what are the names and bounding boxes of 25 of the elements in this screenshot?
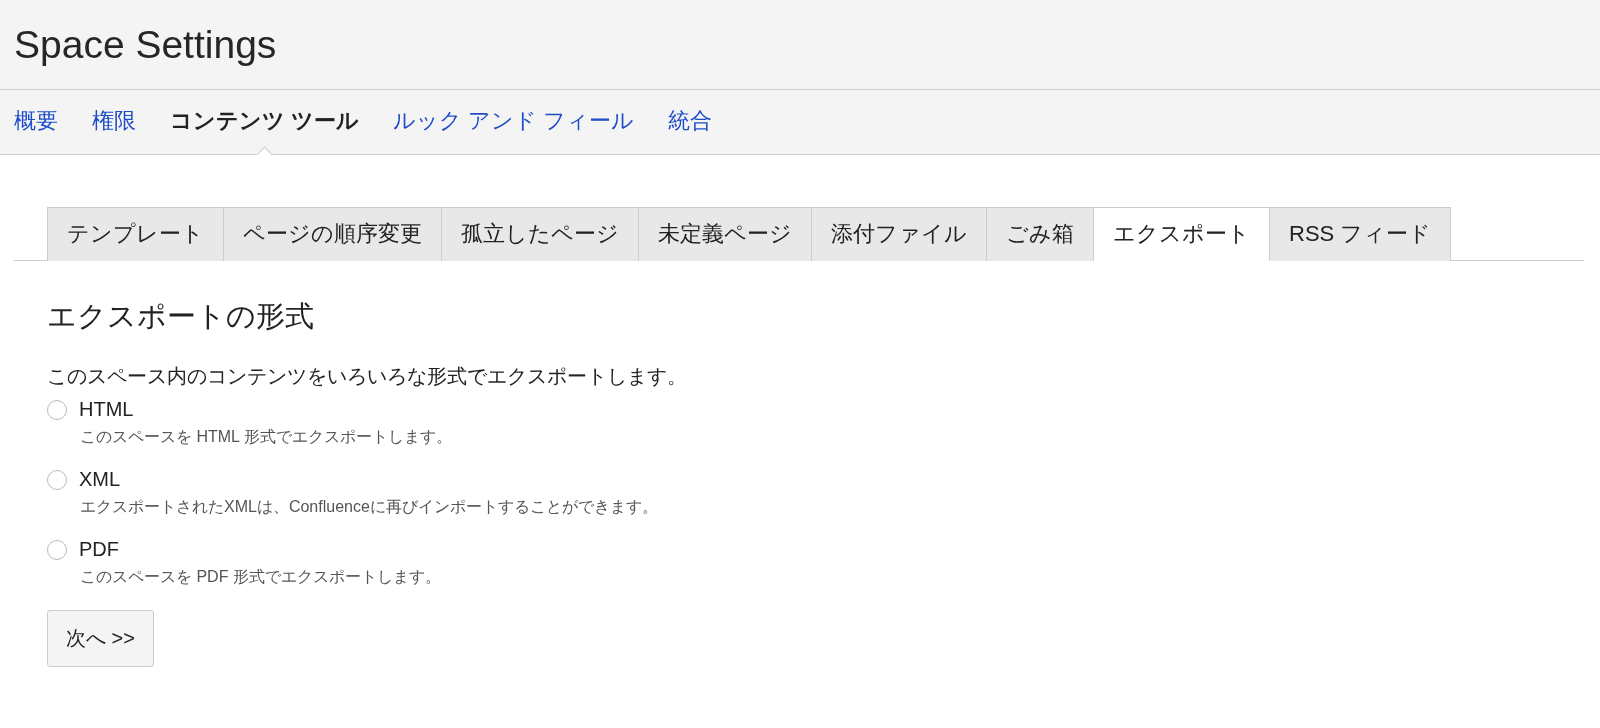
tab[interactable]: ページの順序変更 xyxy=(224,207,442,261)
page-title: Space Settings xyxy=(14,22,277,67)
tab[interactable]: 孤立したページ xyxy=(442,207,639,261)
section-heading: エクスポートの形式 xyxy=(47,299,315,334)
option-description: エクスポートされたXMLは、Confluenceに再びインポートすることができます。 xyxy=(80,497,659,517)
radio-button[interactable] xyxy=(47,469,67,490)
tab[interactable]: RSS フィード xyxy=(1270,207,1452,261)
nav-tab[interactable]: 権限 xyxy=(92,90,136,155)
option-label: XML xyxy=(79,468,121,491)
nav-tab[interactable]: 概要 xyxy=(14,90,58,155)
option-label: PDF xyxy=(79,538,119,561)
option-description: このスペースを PDF 形式でエクスポートします。 xyxy=(80,567,442,587)
tab[interactable]: ごみ箱 xyxy=(987,207,1094,261)
nav-tab[interactable]: 統合 xyxy=(668,90,713,155)
tab[interactable]: エクスポート xyxy=(1094,207,1270,261)
nav-tab[interactable]: ルック アンド フィール xyxy=(393,90,635,155)
option-description: このスペースを HTML 形式でエクスポートします。 xyxy=(80,427,453,447)
option-label: HTML xyxy=(79,398,134,421)
radio-button[interactable] xyxy=(47,399,67,420)
tab[interactable]: 添付ファイル xyxy=(812,207,987,261)
next-button[interactable]: 次へ >> xyxy=(47,610,154,667)
radio-button[interactable] xyxy=(47,539,67,560)
tab[interactable]: テンプレート xyxy=(47,207,224,261)
intro-text: このスペース内のコンテンツをいろいろな形式でエクスポートします。 xyxy=(47,364,688,389)
tab[interactable]: 未定義ページ xyxy=(639,207,812,261)
